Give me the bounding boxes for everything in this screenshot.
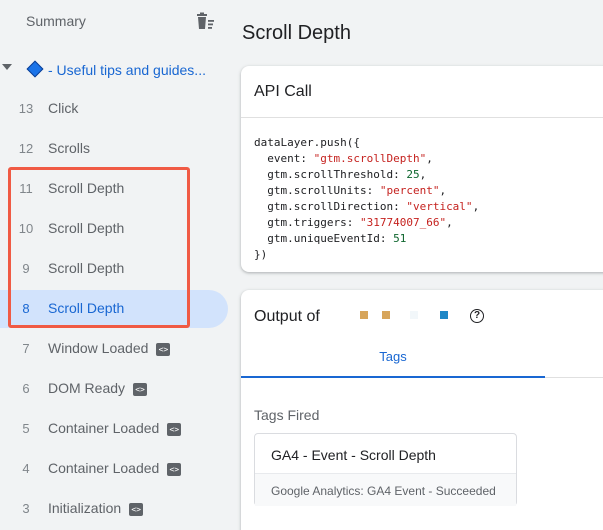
tag-status: Google Analytics: GA4 Event - Succeeded [271,484,496,498]
output-card: Output of ? Tags Tags Fired GA4 - Event … [241,290,603,530]
code-icon: <> [167,422,182,436]
color-dot [382,311,390,319]
caret-down-icon[interactable] [2,64,12,70]
code-icon: <> [167,462,182,476]
event-item-6[interactable]: 6 DOM Ready <> [0,370,228,408]
event-label-text: Window Loaded [48,340,149,356]
code-key: gtm.scrollThreshold: [254,168,407,181]
code-line: }) [254,248,268,261]
code-key: event: [254,152,314,165]
event-number: 9 [22,261,30,276]
event-label: Window Loaded <> [48,340,171,356]
event-number: 3 [22,501,30,516]
tab-tags[interactable]: Tags [241,338,545,378]
output-tabs: Tags [241,338,603,378]
code-string: "31774007_66" [359,216,447,229]
code-string: "percent" [379,184,440,197]
event-label-text: Initialization [48,500,122,516]
page-title: Scroll Depth [242,22,351,44]
event-number: 10 [18,221,34,236]
event-item-13[interactable]: 13 Click [0,90,228,128]
tags-fired-heading: Tags Fired [254,407,320,423]
code-key: gtm.triggers: [254,216,360,229]
event-label: Scroll Depth [48,220,125,236]
event-item-7[interactable]: 7 Window Loaded <> [0,330,228,368]
code-key: gtm.scrollUnits: [254,184,380,197]
main-panel: Scroll Depth API Call dataLayer.push({ e… [228,0,603,530]
diamond-icon [26,60,44,78]
event-number: 13 [18,101,34,116]
summary-title: Summary [26,13,86,29]
event-item-10[interactable]: 10 Scroll Depth [0,210,228,248]
code-key: gtm.uniqueEventId: [254,232,394,245]
event-item-11[interactable]: 11 Scroll Depth [0,170,228,208]
event-item-8-selected[interactable]: 8 Scroll Depth [0,290,228,328]
event-label: Scroll Depth [48,180,125,196]
container-group-row[interactable]: - Useful tips and guides... [0,56,228,84]
sidebar: Summary - Useful tips and guides... 13 C… [0,0,228,530]
event-number: 12 [18,141,34,156]
code-line: dataLayer.push({ [254,136,360,149]
event-item-12[interactable]: 12 Scrolls [0,130,228,168]
event-number: 6 [22,381,30,396]
event-number: 5 [22,421,30,436]
api-call-title: API Call [254,83,312,100]
event-number: 7 [22,341,30,356]
color-dot [360,311,368,319]
event-item-3[interactable]: 3 Initialization <> [0,490,228,528]
tag-card[interactable]: GA4 - Event - Scroll Depth Google Analyt… [254,433,517,506]
code-number: 25 [406,168,420,181]
event-label: Initialization <> [48,500,144,516]
code-icon: <> [133,382,148,396]
event-item-4[interactable]: 4 Container Loaded <> [0,450,228,488]
event-label: Container Loaded <> [48,460,182,476]
event-label: DOM Ready <> [48,380,148,396]
container-group-label[interactable]: - Useful tips and guides... [48,62,206,78]
event-label: Click [48,100,79,116]
api-call-header: API Call [241,66,603,118]
event-number: 8 [22,301,30,316]
event-label: Scrolls [48,140,91,156]
delete-all-icon[interactable] [194,11,216,33]
event-number: 11 [19,181,33,196]
event-item-5[interactable]: 5 Container Loaded <> [0,410,228,448]
event-label-text: Container Loaded [48,420,160,436]
api-call-code: dataLayer.push({ event: "gtm.scrollDepth… [254,136,480,261]
summary-header: Summary [0,0,228,44]
event-label-text: Container Loaded [48,460,160,476]
event-label: Scroll Depth [48,300,125,316]
event-label-text: DOM Ready [48,380,126,396]
event-label: Scroll Depth [48,260,125,276]
code-string: "vertical" [406,200,473,213]
help-icon[interactable]: ? [470,309,484,323]
event-label: Container Loaded <> [48,420,182,436]
code-number: 51 [393,232,407,245]
event-item-9[interactable]: 9 Scroll Depth [0,250,228,288]
code-icon: <> [156,342,171,356]
color-dot [440,311,448,319]
output-title: Output of [254,308,320,325]
tag-status-bar: Google Analytics: GA4 Event - Succeeded [255,473,516,506]
api-call-card: API Call dataLayer.push({ event: "gtm.sc… [241,66,603,272]
code-key: gtm.scrollDirection: [254,200,407,213]
code-icon: <> [129,502,144,516]
tag-name: GA4 - Event - Scroll Depth [271,447,436,463]
event-number: 4 [22,461,30,476]
code-string: "gtm.scrollDepth" [313,152,427,165]
color-dot [410,311,418,319]
